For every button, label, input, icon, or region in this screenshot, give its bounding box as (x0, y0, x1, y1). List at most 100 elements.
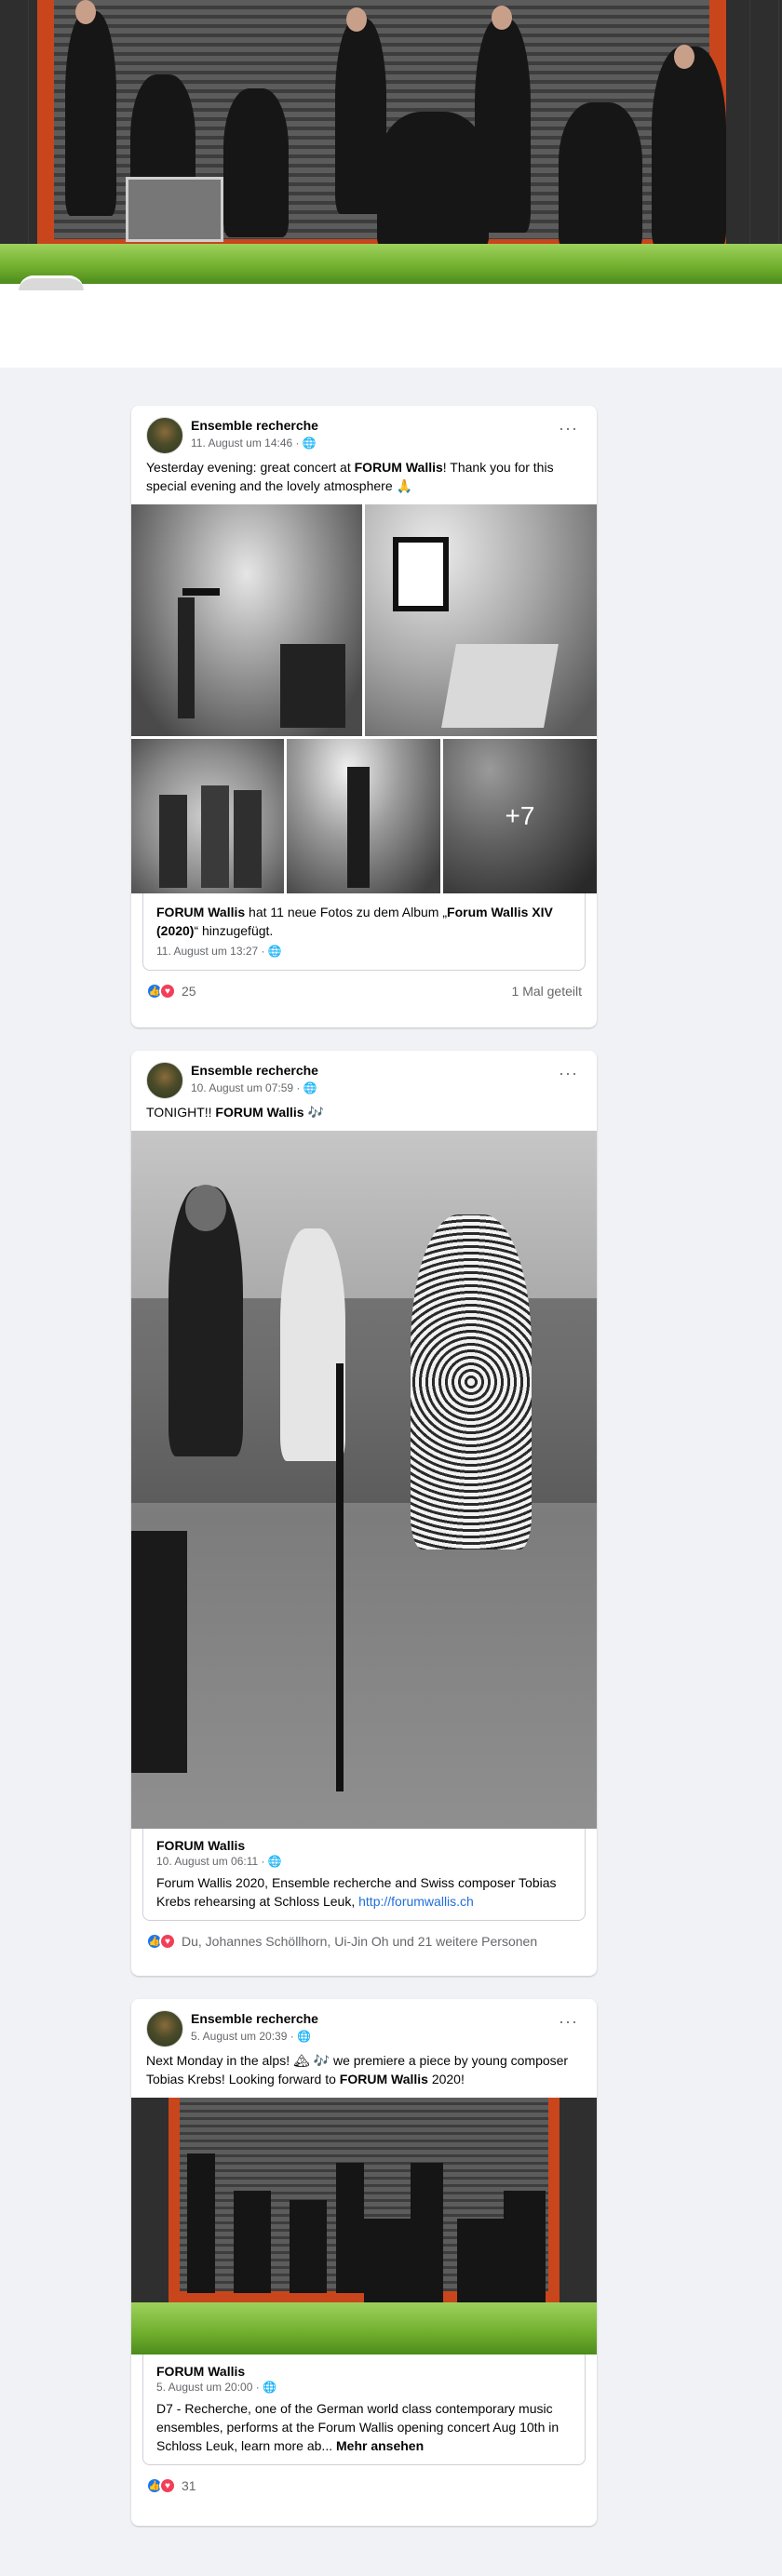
person-silhouette (504, 2191, 546, 2302)
photo-tile[interactable]: +7 (443, 739, 597, 893)
post-text: TONIGHT!! FORUM Wallis 🎶 (131, 1103, 597, 1131)
page-avatar[interactable] (146, 2010, 183, 2047)
page-link[interactable]: FORUM Wallis (156, 905, 245, 919)
person-silhouette (457, 2219, 504, 2302)
more-photos-overlay[interactable]: +7 (443, 739, 597, 893)
post-timestamp[interactable]: 5. August um 20:39 · 🌐 (191, 2030, 311, 2043)
page-name[interactable]: Ensemble recherche (191, 418, 318, 433)
post: Ensemble recherche 5. August um 20:39 · … (131, 1999, 597, 2526)
reactions-summary[interactable]: Du, Johannes Schöllhorn, Ui-Jin Oh und 2… (182, 1934, 537, 1949)
page-avatar[interactable] (146, 417, 183, 454)
tagged-page-link[interactable]: FORUM Wallis (215, 1105, 303, 1120)
cover-person-head (75, 0, 96, 24)
love-icon: ♥ (159, 2477, 176, 2494)
post-text-part: 2020! (427, 2072, 465, 2086)
tagged-page-link[interactable]: FORUM Wallis (355, 460, 443, 475)
reactions-bar: 👍 ♥ Du, Johannes Schöllhorn, Ui-Jin Oh u… (131, 1921, 597, 1962)
more-options-icon[interactable]: ··· (559, 2012, 578, 2032)
page-name[interactable]: Ensemble recherche (191, 1063, 318, 1078)
music-stand (336, 1363, 344, 1791)
cover-person (652, 47, 726, 251)
person-head (185, 1185, 226, 1231)
post-timestamp[interactable]: 10. August um 07:59 · 🌐 (191, 1081, 317, 1094)
share-text-part: “ hinzugefügt. (194, 923, 274, 938)
cover-person-head (492, 6, 512, 30)
performer-silhouette (178, 597, 195, 718)
post: Ensemble recherche 11. August um 14:46 ·… (131, 406, 597, 1027)
link-card-timestamp[interactable]: 5. August um 20:00 · 🌐 (156, 2381, 572, 2394)
description-text: Forum Wallis 2020, Ensemble recherche an… (156, 1875, 557, 1909)
score-paper (441, 644, 559, 728)
post-text-part: Yesterday evening: great concert at (146, 460, 355, 475)
reactions-bar: 👍 ♥ 25 1 Mal geteilt (131, 971, 597, 1012)
cover-person (475, 19, 531, 233)
post-header: Ensemble recherche 11. August um 14:46 ·… (131, 406, 597, 458)
window-shape (393, 537, 449, 611)
post: Ensemble recherche 10. August um 07:59 ·… (131, 1051, 597, 1976)
photo-tile[interactable] (131, 504, 362, 736)
rehearsal-photo[interactable] (131, 1131, 597, 1829)
page-name[interactable]: Ensemble recherche (191, 2011, 318, 2026)
person-silhouette (187, 2153, 215, 2293)
reaction-icons[interactable]: 👍 ♥ (146, 983, 176, 1000)
person-silhouette (234, 790, 262, 888)
link-card[interactable]: FORUM Wallis 10. August um 06:11 · 🌐 For… (142, 1829, 586, 1921)
post-text: Yesterday evening: great concert at FORU… (131, 458, 597, 504)
ensemble-photo[interactable] (131, 2098, 597, 2355)
link-card-description: D7 - Recherche, one of the German world … (156, 2399, 572, 2455)
profile-picture-edge[interactable] (19, 275, 84, 290)
cover-person (65, 11, 116, 216)
performer-silhouette (347, 767, 370, 888)
reactions-count[interactable]: 25 (182, 984, 196, 999)
tagged-page-link[interactable]: FORUM Wallis (340, 2072, 428, 2086)
more-options-icon[interactable]: ··· (559, 1064, 578, 1083)
link-card-title[interactable]: FORUM Wallis (156, 1838, 572, 1853)
photo-tile[interactable] (131, 739, 284, 893)
cover-person (377, 112, 489, 251)
person-silhouette (234, 2191, 271, 2293)
link-card-title[interactable]: FORUM Wallis (156, 2364, 572, 2379)
post-text: Next Monday in the alps! 🏔 🎶 we premiere… (131, 2051, 597, 2098)
reactions-count[interactable]: 31 (182, 2478, 196, 2493)
love-icon: ♥ (159, 1933, 176, 1950)
post-header: Ensemble recherche 10. August um 07:59 ·… (131, 1051, 597, 1103)
shares-count[interactable]: 1 Mal geteilt (512, 984, 582, 999)
post-text-part: 🎶 (303, 1105, 324, 1120)
person-silhouette (411, 2163, 443, 2302)
cover-grass (0, 244, 782, 284)
see-more-link[interactable]: Mehr ansehen (336, 2438, 424, 2453)
photo-tile[interactable] (365, 504, 597, 736)
reaction-icons[interactable]: 👍 ♥ (146, 2477, 176, 2494)
link-card-timestamp[interactable]: 10. August um 06:11 · 🌐 (156, 1855, 572, 1868)
album-share-timestamp[interactable]: 11. August um 13:27 · 🌐 (156, 942, 572, 960)
person-silhouette (201, 785, 229, 888)
share-text-part: hat 11 neue Fotos zu dem Album „ (245, 905, 448, 919)
music-stand (182, 588, 220, 596)
reactions-bar: 👍 ♥ 31 (131, 2465, 597, 2506)
cover-flight-case (126, 177, 223, 242)
external-link[interactable]: http://forumwallis.ch (358, 1894, 474, 1909)
photo-grid: +7 (131, 504, 597, 893)
cover-photo[interactable] (0, 0, 782, 284)
cover-person-head (346, 7, 367, 32)
post-header: Ensemble recherche 5. August um 20:39 · … (131, 1999, 597, 2051)
cover-person (559, 102, 642, 251)
page-avatar[interactable] (146, 1062, 183, 1099)
profile-header-area (0, 284, 782, 368)
cover-person (223, 88, 289, 237)
post-timestamp[interactable]: 11. August um 14:46 · 🌐 (191, 436, 317, 449)
post-text-part: TONIGHT!! (146, 1105, 216, 1120)
person-silhouette (159, 795, 187, 888)
grass (131, 2302, 597, 2355)
more-options-icon[interactable]: ··· (559, 419, 578, 438)
reaction-icons[interactable]: 👍 ♥ (146, 1933, 176, 1950)
composer-silhouette (411, 1214, 532, 1550)
album-share-card[interactable]: FORUM Wallis hat 11 neue Fotos zu dem Al… (142, 893, 586, 971)
person-silhouette (290, 2200, 327, 2293)
love-icon: ♥ (159, 983, 176, 1000)
chair-silhouette (131, 1531, 187, 1773)
piano-silhouette (280, 644, 345, 728)
person-silhouette (336, 2163, 364, 2293)
photo-tile[interactable] (287, 739, 440, 893)
link-card[interactable]: FORUM Wallis 5. August um 20:00 · 🌐 D7 -… (142, 2355, 586, 2465)
